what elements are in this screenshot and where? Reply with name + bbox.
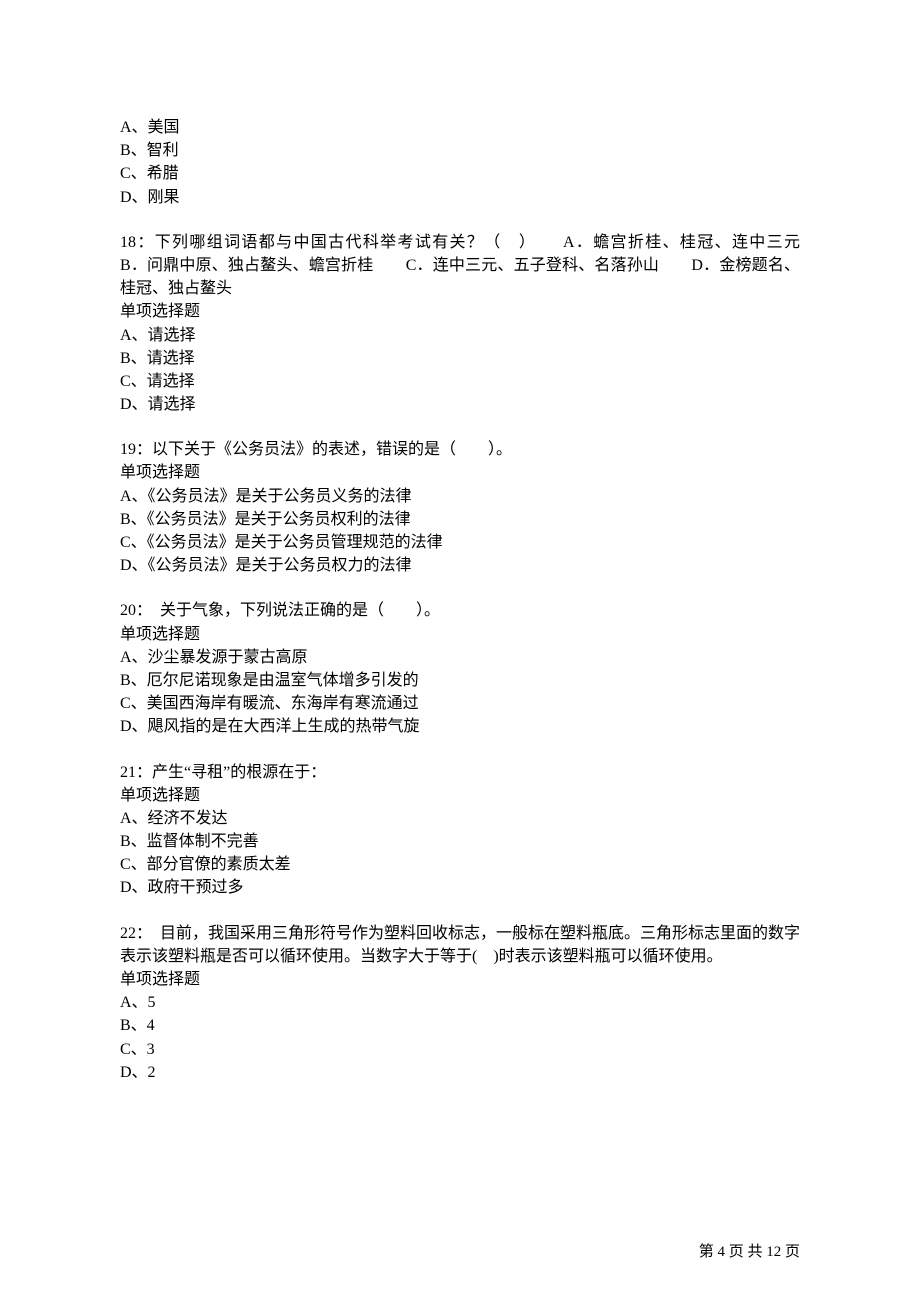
option-c: C、希腊	[120, 162, 800, 185]
option-c: C、美国西海岸有暖流、东海岸有寒流通过	[120, 692, 800, 715]
option-d: D、飓风指的是在大西洋上生成的热带气旋	[120, 715, 800, 738]
question-type: 单项选择题	[120, 300, 800, 323]
option-b: B、请选择	[120, 347, 800, 370]
question-text: 19：以下关于《公务员法》的表述，错误的是（ ）。	[120, 438, 800, 461]
option-a: A、沙尘暴发源于蒙古高原	[120, 646, 800, 669]
option-c: C、3	[120, 1038, 800, 1061]
option-c: C、部分官僚的素质太差	[120, 853, 800, 876]
question-text: 22： 目前，我国采用三角形符号作为塑料回收标志，一般标在塑料瓶底。三角形标志里…	[120, 922, 800, 968]
option-b: B、监督体制不完善	[120, 830, 800, 853]
option-d: D、2	[120, 1061, 800, 1084]
option-a: A、美国	[120, 116, 800, 139]
question-text: 20： 关于气象，下列说法正确的是（ ）。	[120, 599, 800, 622]
question-19: 19：以下关于《公务员法》的表述，错误的是（ ）。 单项选择题 A、《公务员法》…	[120, 438, 800, 577]
option-a: A、请选择	[120, 324, 800, 347]
question-18: 18：下列哪组词语都与中国古代科举考试有关？（ ） A．蟾宫折桂、桂冠、连中三元…	[120, 231, 800, 417]
question-type: 单项选择题	[120, 623, 800, 646]
option-c: C、《公务员法》是关于公务员管理规范的法律	[120, 531, 800, 554]
option-c: C、请选择	[120, 370, 800, 393]
question-type: 单项选择题	[120, 784, 800, 807]
option-b: B、厄尔尼诺现象是由温室气体增多引发的	[120, 669, 800, 692]
option-a: A、《公务员法》是关于公务员义务的法律	[120, 485, 800, 508]
option-d: D、政府干预过多	[120, 876, 800, 899]
question-21: 21：产生“寻租”的根源在于： 单项选择题 A、经济不发达 B、监督体制不完善 …	[120, 761, 800, 900]
question-17-options-tail: A、美国 B、智利 C、希腊 D、刚果	[120, 116, 800, 209]
option-b: B、智利	[120, 139, 800, 162]
question-20: 20： 关于气象，下列说法正确的是（ ）。 单项选择题 A、沙尘暴发源于蒙古高原…	[120, 599, 800, 738]
question-type: 单项选择题	[120, 968, 800, 991]
question-22: 22： 目前，我国采用三角形符号作为塑料回收标志，一般标在塑料瓶底。三角形标志里…	[120, 922, 800, 1084]
page-footer: 第 4 页 共 12 页	[699, 1242, 800, 1264]
question-text: 18：下列哪组词语都与中国古代科举考试有关？（ ） A．蟾宫折桂、桂冠、连中三元…	[120, 231, 800, 301]
option-a: A、5	[120, 991, 800, 1014]
option-d: D、请选择	[120, 393, 800, 416]
option-d: D、《公务员法》是关于公务员权力的法律	[120, 554, 800, 577]
option-a: A、经济不发达	[120, 807, 800, 830]
option-b: B、4	[120, 1014, 800, 1037]
option-d: D、刚果	[120, 186, 800, 209]
question-type: 单项选择题	[120, 461, 800, 484]
option-b: B、《公务员法》是关于公务员权利的法律	[120, 508, 800, 531]
question-text: 21：产生“寻租”的根源在于：	[120, 761, 800, 784]
document-page: A、美国 B、智利 C、希腊 D、刚果 18：下列哪组词语都与中国古代科举考试有…	[0, 0, 920, 1302]
